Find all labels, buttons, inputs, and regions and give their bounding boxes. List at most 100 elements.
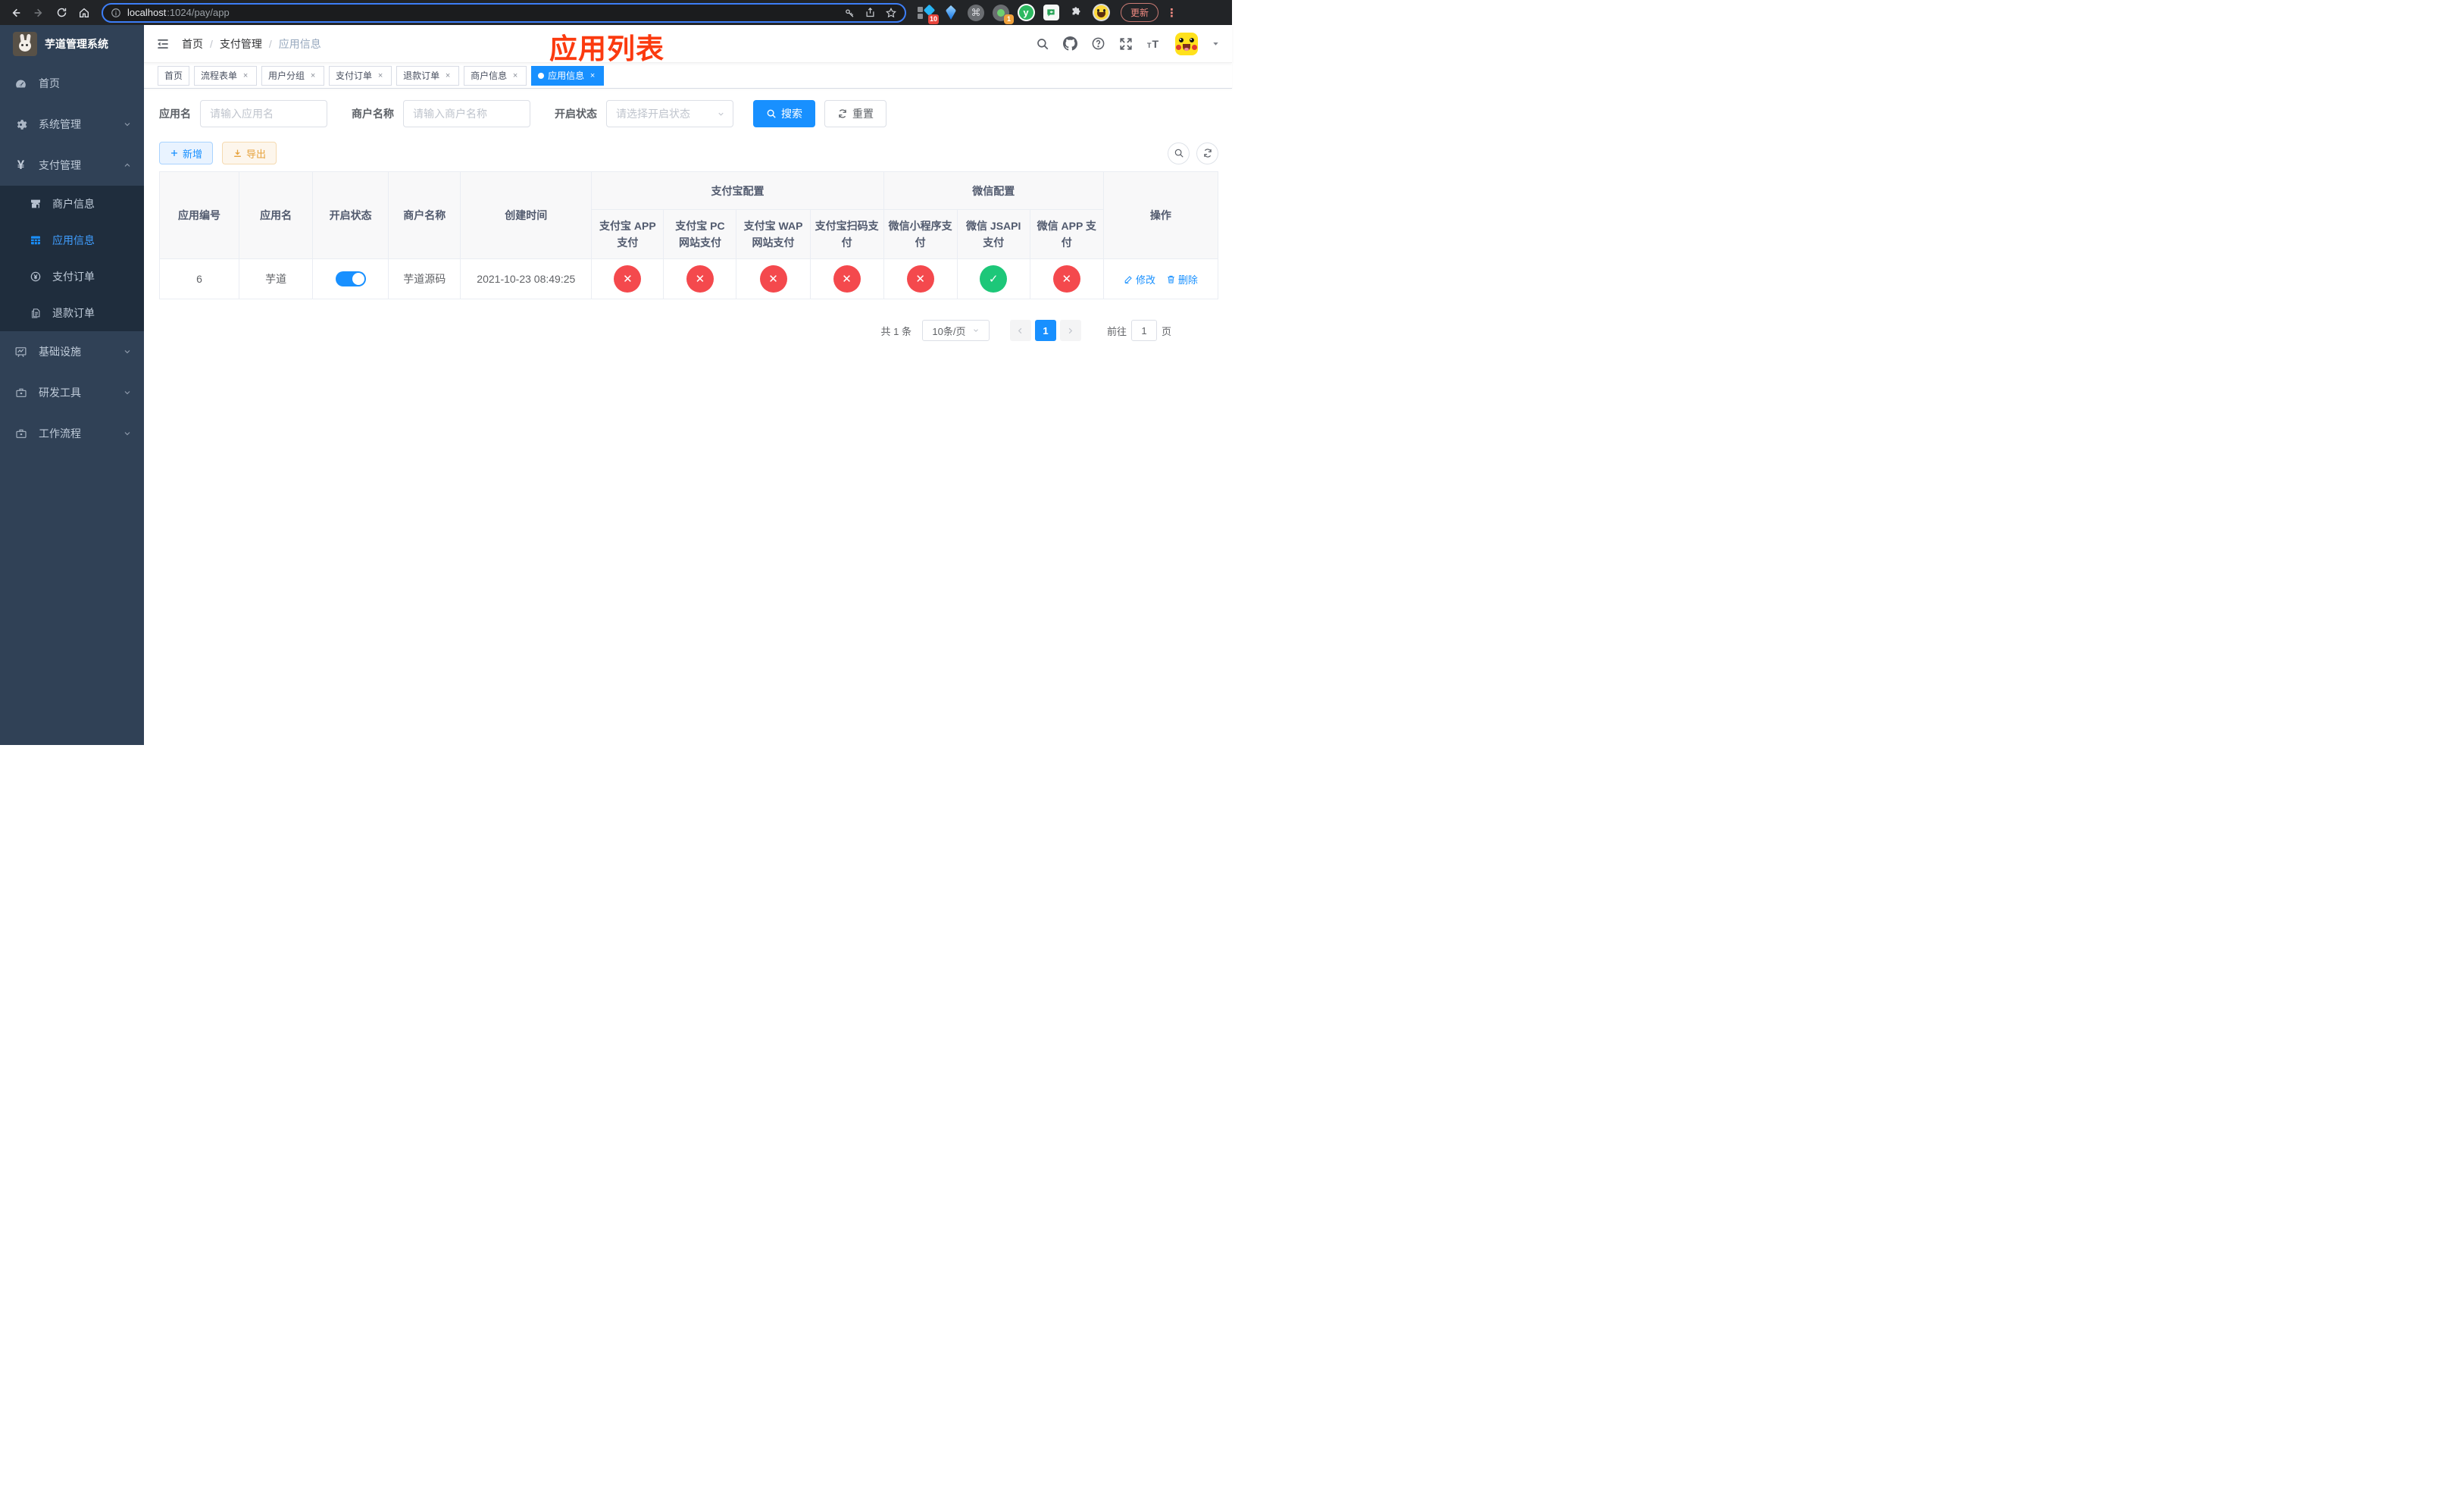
sidebar-item-workflow[interactable]: 工作流程 <box>0 413 144 454</box>
close-tab-icon[interactable]: × <box>241 71 250 80</box>
show-search-toggle-button[interactable] <box>1168 142 1190 164</box>
tag-app-info[interactable]: 应用信息 × <box>531 65 605 86</box>
sidebar-item-label: 应用信息 <box>52 234 95 246</box>
avatar-caret-icon[interactable] <box>1212 39 1220 48</box>
breadcrumb: 首页 / 支付管理 / 应用信息 <box>182 36 321 52</box>
goto-label: 前往 <box>1106 325 1127 337</box>
open-status-select[interactable]: 请选择开启状态 <box>606 100 733 127</box>
sidebar-item-refund-orders[interactable]: 退款订单 <box>0 295 144 331</box>
url-host: localhost <box>127 7 167 18</box>
browser-menu-icon[interactable]: ⋮ <box>1163 6 1180 20</box>
sidebar-item-merchant-info[interactable]: 商户信息 <box>0 186 144 222</box>
reset-button[interactable]: 重置 <box>824 100 886 127</box>
sidebar-item-label: 工作流程 <box>39 427 81 440</box>
browser-reload-icon[interactable] <box>52 3 71 23</box>
page-content: 应用名 商户名称 开启状态 请选择开启状态 搜索 <box>144 89 1232 745</box>
extension-command-icon[interactable]: ⌘ <box>967 4 985 22</box>
close-tab-icon[interactable]: × <box>308 71 317 80</box>
tag-pay-orders[interactable]: 支付订单 × <box>329 65 392 86</box>
chevron-down-icon <box>123 429 132 438</box>
col-group-wechat: 微信配置 <box>883 171 1104 210</box>
close-tab-icon[interactable]: × <box>443 71 452 80</box>
browser-profile-avatar[interactable] <box>1092 4 1110 22</box>
sidebar-item-dev-tools[interactable]: 研发工具 <box>0 372 144 413</box>
col-alipay-pc: 支付宝 PC 网站支付 <box>663 209 737 259</box>
page-number-button[interactable]: 1 <box>1034 320 1056 341</box>
sidebar-fold-icon[interactable] <box>156 37 170 51</box>
search-button[interactable]: 搜索 <box>753 100 815 127</box>
select-caret-icon <box>972 327 980 334</box>
select-caret-icon <box>717 110 725 118</box>
dashboard-icon <box>14 77 27 90</box>
col-wechat-app: 微信 APP 支付 <box>1029 209 1104 259</box>
merchant-name-input[interactable] <box>403 100 530 127</box>
sidebar-menu: 首页 系统管理 ¥ 支付管理 商户信息 应用信息 支付订单 退款订单 基础设施 … <box>0 63 144 745</box>
export-button[interactable]: 导出 <box>222 142 277 164</box>
bookmark-star-icon[interactable] <box>885 7 897 19</box>
share-icon[interactable] <box>865 7 876 19</box>
col-wechat-mini: 微信小程序支付 <box>883 209 958 259</box>
breadcrumb-home[interactable]: 首页 <box>182 36 203 52</box>
extensions-puzzle-icon[interactable] <box>1067 4 1085 22</box>
cell-merchant-name: 芋道源码 <box>388 258 461 299</box>
browser-forward-icon[interactable] <box>29 3 48 23</box>
browser-update-button[interactable]: 更新 <box>1121 3 1159 22</box>
sidebar-item-system[interactable]: 系统管理 <box>0 104 144 145</box>
tag-user-group[interactable]: 用户分组 × <box>261 65 325 86</box>
add-button[interactable]: 新增 <box>159 142 214 164</box>
page-size-select[interactable]: 10条/页 <box>921 320 990 341</box>
browser-home-icon[interactable] <box>74 3 94 23</box>
url-path: :1024/pay/app <box>167 7 230 18</box>
goto-page-input[interactable] <box>1130 320 1157 341</box>
github-icon[interactable] <box>1063 36 1077 51</box>
page-annotation-title: 应用列表 <box>549 33 664 64</box>
tag-merchant-info[interactable]: 商户信息 × <box>464 65 527 86</box>
delete-link[interactable]: 删除 <box>1166 272 1198 286</box>
filter-form: 应用名 商户名称 开启状态 请选择开启状态 搜索 <box>159 100 1218 127</box>
sidebar-item-pay-orders[interactable]: 支付订单 <box>0 258 144 295</box>
address-bar[interactable]: localhost:1024/pay/app <box>102 2 906 23</box>
open-status-label: 开启状态 <box>555 108 597 120</box>
header-search-icon[interactable] <box>1036 37 1049 51</box>
edit-link[interactable]: 修改 <box>1124 272 1155 286</box>
status-circle-icon: ✕ <box>686 265 714 293</box>
sidebar-item-label: 基础设施 <box>39 346 81 358</box>
refresh-table-button[interactable] <box>1196 142 1218 164</box>
cell-open-status <box>312 258 389 299</box>
sidebar-item-home[interactable]: 首页 <box>0 63 144 104</box>
close-tab-icon[interactable]: × <box>588 71 597 80</box>
tag-home[interactable]: 首页 <box>158 65 190 86</box>
site-info-icon[interactable] <box>111 8 121 18</box>
sidebar-item-infrastructure[interactable]: 基础设施 <box>0 331 144 372</box>
sidebar-item-label: 系统管理 <box>39 118 81 130</box>
cell-actions: 修改 删除 <box>1102 258 1219 299</box>
table-grid-icon <box>30 234 42 246</box>
tag-refund-orders[interactable]: 退款订单 × <box>396 65 460 86</box>
sidebar-item-payment[interactable]: ¥ 支付管理 <box>0 145 144 186</box>
search-icon <box>766 108 777 119</box>
tag-process-form[interactable]: 流程表单 × <box>194 65 258 86</box>
svg-text:T: T <box>1152 39 1159 51</box>
sidebar-logo[interactable]: 芋道管理系统 <box>0 25 144 63</box>
extension-blue-diamond-icon[interactable]: 10 <box>917 4 939 24</box>
browser-toolbar: localhost:1024/pay/app 10 ⌘ 1 y 更新 ⋮ <box>0 0 1232 25</box>
user-avatar[interactable] <box>1175 32 1198 55</box>
next-page-button[interactable] <box>1059 320 1081 341</box>
status-toggle[interactable] <box>335 271 366 286</box>
close-tab-icon[interactable]: × <box>511 71 520 80</box>
help-icon[interactable] <box>1091 36 1105 51</box>
password-key-icon[interactable] <box>844 7 855 19</box>
font-size-icon[interactable]: TT <box>1146 37 1162 51</box>
extension-recorder-icon[interactable]: 1 <box>992 4 1014 24</box>
table-tools <box>1168 142 1218 164</box>
close-tab-icon[interactable]: × <box>376 71 385 80</box>
app-name-input[interactable] <box>200 100 327 127</box>
extension-chat-icon[interactable] <box>1042 4 1060 22</box>
browser-back-icon[interactable] <box>6 3 26 23</box>
sidebar-item-app-info[interactable]: 应用信息 <box>0 222 144 258</box>
fullscreen-icon[interactable] <box>1119 37 1133 51</box>
extension-balloon-icon[interactable] <box>942 4 960 22</box>
prev-page-button[interactable] <box>1009 320 1031 341</box>
breadcrumb-payment[interactable]: 支付管理 <box>220 36 262 52</box>
extension-yuque-icon[interactable]: y <box>1017 4 1035 22</box>
